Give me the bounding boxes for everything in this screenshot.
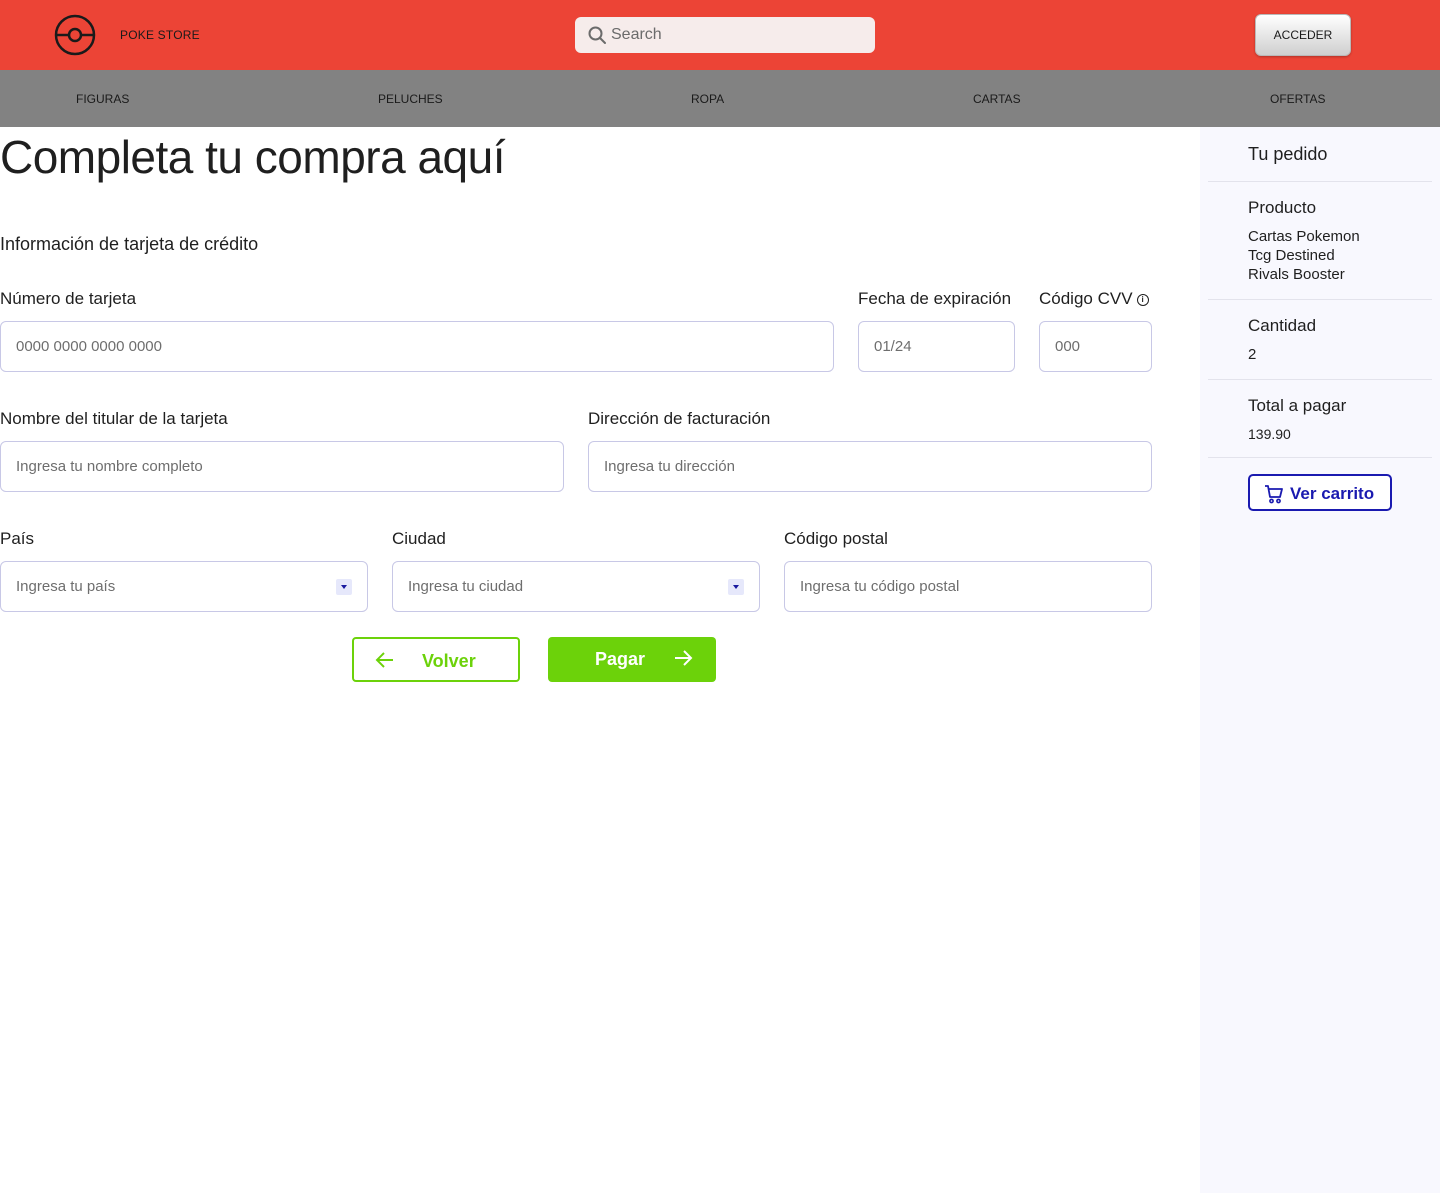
product-line: Tcg Destined (1248, 247, 1335, 264)
cvv-label-group: Código CVV i (1039, 289, 1149, 309)
cvv-placeholder: 000 (1055, 338, 1081, 355)
divider (1208, 457, 1432, 458)
info-icon[interactable]: i (1136, 294, 1149, 306)
total-value: 139.90 (1248, 426, 1291, 442)
country-placeholder: Ingresa tu país (16, 578, 116, 595)
quantity-value: 2 (1248, 346, 1257, 363)
nav-item-cartas[interactable]: CARTAS (973, 92, 1021, 106)
product-label: Producto (1248, 198, 1317, 217)
expiry-placeholder: 01/24 (874, 338, 912, 355)
cvv-label: Código CVV (1039, 289, 1133, 308)
postal-label: Código postal (784, 529, 888, 548)
divider (1208, 379, 1432, 380)
product-line: Cartas Pokemon (1248, 228, 1360, 245)
total-label: Total a pagar (1248, 396, 1347, 415)
postal-code-field[interactable]: Ingresa tu código postal (784, 561, 1152, 612)
billing-address-field[interactable]: Ingresa tu dirección (588, 441, 1152, 492)
order-title: Tu pedido (1248, 144, 1328, 164)
arrow-left-icon (375, 652, 393, 668)
divider (1208, 181, 1432, 182)
billing-placeholder: Ingresa tu dirección (604, 458, 735, 475)
divider (1208, 299, 1432, 300)
chevron-down-icon[interactable] (728, 579, 744, 595)
pay-button-label: Pagar (595, 649, 646, 669)
search-input[interactable]: Search (611, 26, 662, 44)
order-summary: Tu pedido Producto Cartas Pokemon Tcg De… (1200, 127, 1440, 1193)
nav-item-ofertas[interactable]: OFERTAS (1270, 92, 1326, 106)
city-label: Ciudad (392, 529, 446, 548)
back-button[interactable]: Volver (352, 637, 520, 682)
holder-label: Nombre del titular de la tarjeta (0, 409, 228, 428)
postal-placeholder: Ingresa tu código postal (800, 578, 960, 595)
card-number-field[interactable]: 0000 0000 0000 0000 (0, 321, 834, 372)
login-button[interactable]: ACCEDER (1255, 14, 1351, 56)
pokeball-logo-icon[interactable] (54, 14, 96, 56)
nav-item-ropa[interactable]: ROPA (691, 92, 724, 106)
chevron-down-icon[interactable] (336, 579, 352, 595)
back-button-label: Volver (422, 651, 476, 671)
city-select[interactable]: Ingresa tu ciudad (392, 561, 760, 612)
city-placeholder: Ingresa tu ciudad (408, 578, 524, 595)
expiry-field[interactable]: 01/24 (858, 321, 1015, 372)
top-header: POKE STORE Search ACCEDER (0, 0, 1440, 70)
nav-item-figuras[interactable]: FIGURAS (76, 92, 129, 106)
billing-label: Dirección de facturación (588, 409, 771, 428)
cvv-field[interactable]: 000 (1039, 321, 1152, 372)
expiry-label: Fecha de expiración (858, 289, 1012, 308)
category-nav: FIGURAS PELUCHES ROPA CARTAS OFERTAS (0, 70, 1440, 127)
page-title: Completa tu compra aquí (0, 131, 506, 183)
search-bar[interactable]: Search (575, 17, 875, 53)
view-cart-label: Ver carrito (1290, 484, 1375, 503)
card-number-label: Número de tarjeta (0, 289, 137, 308)
country-label: País (0, 529, 35, 548)
quantity-label: Cantidad (1248, 316, 1317, 335)
card-number-placeholder: 0000 0000 0000 0000 (16, 338, 162, 355)
holder-placeholder: Ingresa tu nombre completo (16, 458, 203, 475)
section-title: Información de tarjeta de crédito (0, 234, 259, 254)
view-cart-button[interactable]: Ver carrito (1248, 474, 1392, 511)
holder-name-field[interactable]: Ingresa tu nombre completo (0, 441, 564, 492)
pay-button[interactable]: Pagar (548, 637, 716, 682)
cart-icon (1265, 485, 1283, 504)
arrow-right-icon (675, 650, 693, 666)
country-select[interactable]: Ingresa tu país (0, 561, 368, 612)
product-line: Rivals Booster (1248, 266, 1345, 283)
search-icon (588, 26, 606, 44)
brand-name[interactable]: POKE STORE (120, 28, 200, 42)
nav-item-peluches[interactable]: PELUCHES (378, 92, 443, 106)
product-name: Cartas Pokemon Tcg Destined Rivals Boost… (1248, 227, 1360, 284)
